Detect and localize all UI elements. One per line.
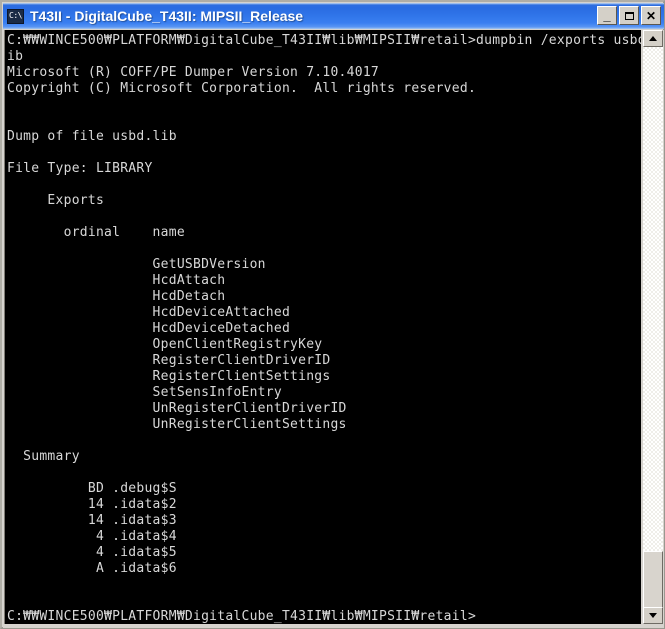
console-line: File Type: LIBRARY [7,161,153,176]
window-title: T43II - DigitalCube_T43II: MIPSII_Releas… [30,8,304,24]
console-line: RegisterClientSettings [7,369,331,384]
window-client-area: C:₩₩WINCE500₩PLATFORM₩DigitalCube_T43II₩… [3,30,664,628]
console-line: Microsoft (R) COFF/PE Dumper Version 7.1… [7,65,379,80]
vertical-scrollbar[interactable] [643,30,663,624]
console-line: BD .debug$S [7,481,177,496]
console-line: 4 .idata$5 [7,545,177,560]
close-button[interactable]: ✕ [641,6,661,25]
console-line: ib [7,49,24,64]
console-line: C:₩₩WINCE500₩PLATFORM₩DigitalCube_T43II₩… [7,33,641,48]
window-controls: _ ✕ [597,6,661,25]
title-bar[interactable]: C:\ T43II - DigitalCube_T43II: MIPSII_Re… [3,3,664,29]
console-line: HcdAttach [7,273,226,288]
scroll-down-button[interactable] [643,607,663,624]
console-line: ordinal name [7,225,185,240]
console-text: C:₩₩WINCE500₩PLATFORM₩DigitalCube_T43II₩… [7,33,641,624]
console-line: Copyright (C) Microsoft Corporation. All… [7,81,477,96]
console-line: 14 .idata$3 [7,513,177,528]
console-icon-label: C:\ [9,11,22,20]
console-line: HcdDetach [7,289,226,304]
console-line: HcdDeviceAttached [7,305,291,320]
console-line: 14 .idata$2 [7,497,177,512]
console-line: RegisterClientDriverID [7,353,331,368]
console-line: GetUSBDVersion [7,257,266,272]
console-output-area[interactable]: C:₩₩WINCE500₩PLATFORM₩DigitalCube_T43II₩… [4,30,641,624]
console-line: OpenClientRegistryKey [7,337,323,352]
maximize-icon [624,11,634,20]
console-line: SetSensInfoEntry [7,385,282,400]
chevron-up-icon [649,36,657,41]
minimize-button[interactable]: _ [597,6,617,25]
console-line: UnRegisterClientSettings [7,417,347,432]
maximize-button[interactable] [619,6,639,25]
console-line: Summary [7,449,80,464]
client-bottom-edge [3,624,664,628]
console-line: UnRegisterClientDriverID [7,401,347,416]
console-line: Exports [7,193,105,208]
chevron-down-icon [649,613,657,618]
console-line: Dump of file usbd.lib [7,129,177,144]
scrollbar-track[interactable] [643,47,663,624]
console-line: A .idata$6 [7,561,177,576]
console-line: HcdDeviceDetached [7,321,291,336]
scroll-up-button[interactable] [643,30,663,47]
console-window: C:\ T43II - DigitalCube_T43II: MIPSII_Re… [0,0,665,629]
console-line: C:₩₩WINCE500₩PLATFORM₩DigitalCube_T43II₩… [7,609,477,624]
console-line: 4 .idata$4 [7,529,177,544]
console-icon: C:\ [7,8,24,24]
